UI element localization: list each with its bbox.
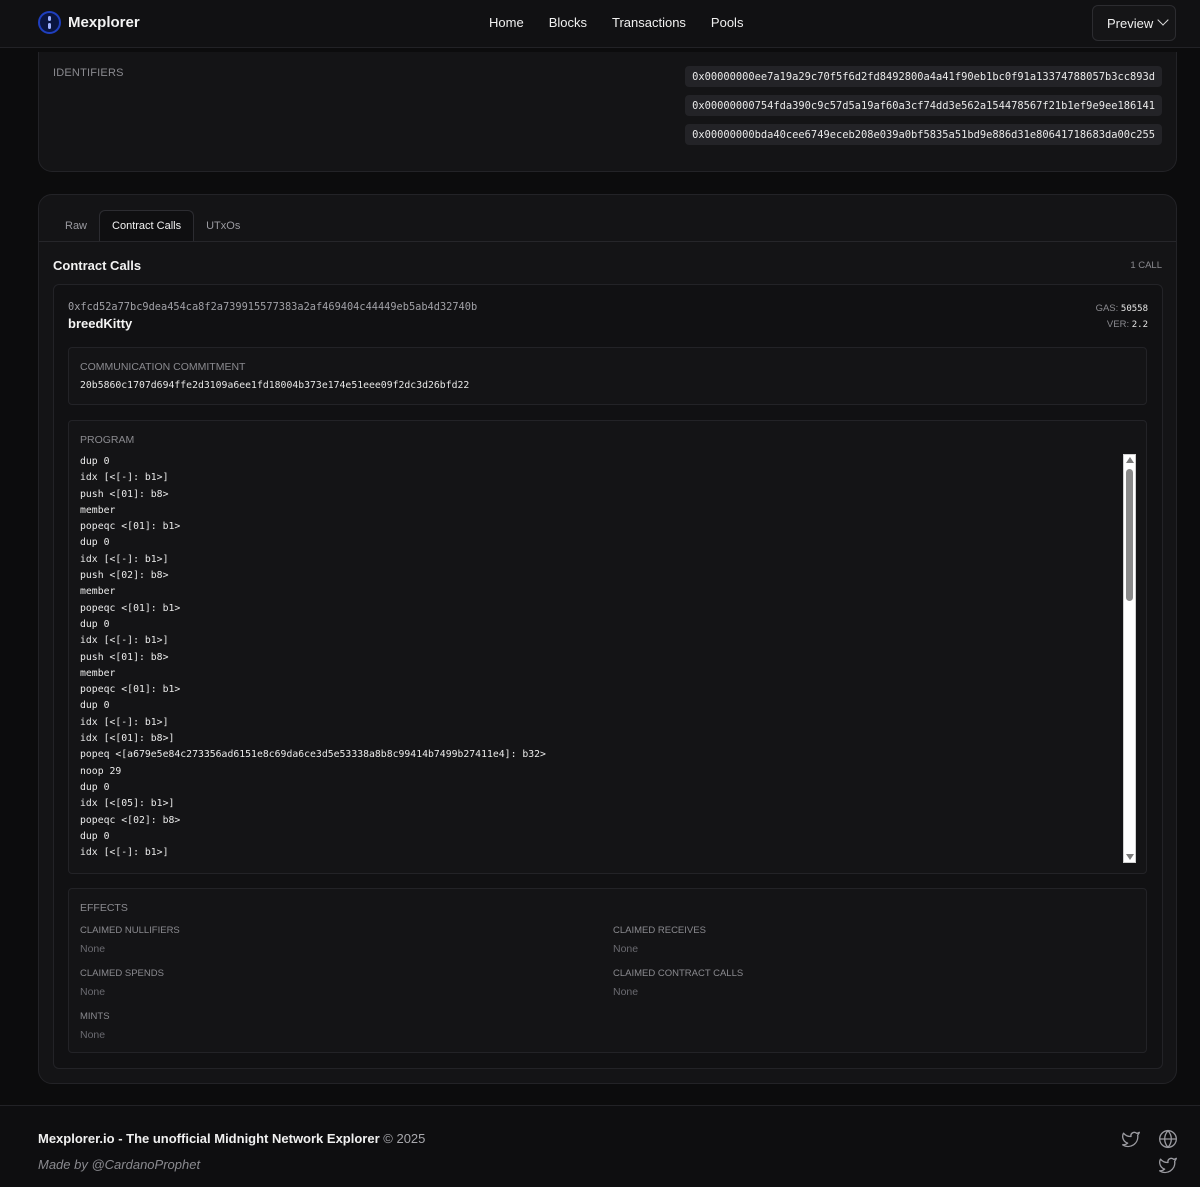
program-line: popeqc <[02]: b8> xyxy=(80,814,181,826)
brand-name: Mexplorer xyxy=(68,14,140,31)
brand-link[interactable]: Mexplorer xyxy=(38,11,140,34)
tab-contract-calls[interactable]: Contract Calls xyxy=(99,210,195,241)
effects-panel: EFFECTS CLAIMED NULLIFIERS None CLAIMED … xyxy=(68,888,1147,1053)
tab-raw[interactable]: Raw xyxy=(53,210,99,241)
program-panel: PROGRAM dup 0 idx [<[-]: b1>] push <[01]: … xyxy=(68,420,1147,874)
network-select[interactable]: Preview xyxy=(1092,5,1176,41)
claimed-receives-value: None xyxy=(613,943,639,955)
commitment-value: 20b5860c1707d694ffe2d3109a6ee1fd18004b37… xyxy=(80,380,470,391)
program-code[interactable]: dup 0 idx [<[-]: b1>] push <[01]: b8> membe… xyxy=(80,454,546,861)
footer-made-by[interactable]: Made by @CardanoProphet xyxy=(38,1157,200,1172)
program-line: idx [<[-]: b1>] xyxy=(80,553,169,565)
program-line: member xyxy=(80,504,116,516)
program-line: member xyxy=(80,586,116,598)
transaction-details-card: Raw Contract Calls UTxOs Contract Calls … xyxy=(38,194,1177,1084)
twitter-icon[interactable] xyxy=(1121,1129,1141,1149)
mints-value: None xyxy=(80,1029,106,1041)
identifiers-card: IDENTIFIERS 0x00000000ee7a19a29c70f5f6d2… xyxy=(38,52,1177,172)
program-line: idx [<[-]: b1>] xyxy=(80,472,169,484)
contract-call-card: 0xfcd52a77bc9dea454ca8f2a739915577383a2a… xyxy=(53,284,1163,1069)
program-line: idx [<[-]: b1>] xyxy=(80,635,169,647)
section-title: Contract Calls xyxy=(53,258,142,273)
ver-value: 2.2 xyxy=(1131,320,1148,330)
logo-icon xyxy=(38,11,61,34)
effects-label: EFFECTS xyxy=(80,902,128,914)
program-label: PROGRAM xyxy=(80,434,135,446)
tab-utxos[interactable]: UTxOs xyxy=(194,210,252,241)
program-line: popeqc <[01]: b1> xyxy=(80,684,181,696)
claimed-receives-label: CLAIMED RECEIVES xyxy=(613,925,706,936)
program-line: popeq <[a679e5e84c273356ad6151e8c69da6ce… xyxy=(80,749,546,761)
program-line: idx [<[-]: b1>] xyxy=(80,847,169,859)
ver-label: VER: xyxy=(1106,319,1130,330)
program-line: dup 0 xyxy=(80,537,110,549)
program-line: push <[01]: b8> xyxy=(80,488,169,500)
claimed-spends-label: CLAIMED SPENDS xyxy=(80,968,164,979)
claimed-contract-calls-value: None xyxy=(613,986,639,998)
twitter-icon[interactable] xyxy=(1158,1155,1178,1175)
contract-address[interactable]: 0xfcd52a77bc9dea454ca8f2a739915577383a2a… xyxy=(68,301,477,313)
footer: Mexplorer.io - The unofficial Midnight N… xyxy=(0,1105,1200,1187)
program-scrollbar[interactable] xyxy=(1123,454,1136,863)
program-line: dup 0 xyxy=(80,700,110,712)
nav-transactions[interactable]: Transactions xyxy=(612,15,686,30)
program-line: noop 29 xyxy=(80,765,122,777)
program-line: dup 0 xyxy=(80,456,110,467)
tab-bar: Raw Contract Calls UTxOs xyxy=(53,210,252,242)
call-meta: GAS: 50558 VER: 2.2 xyxy=(1096,301,1148,333)
scroll-thumb[interactable] xyxy=(1126,469,1133,601)
gas-value: 50558 xyxy=(1120,304,1148,314)
top-navbar: Mexplorer Home Blocks Transactions Pools… xyxy=(0,0,1200,48)
network-select-value: Preview xyxy=(1107,15,1154,31)
program-line: dup 0 xyxy=(80,830,110,842)
commitment-label: COMMUNICATION COMMITMENT xyxy=(80,361,246,373)
nav-blocks[interactable]: Blocks xyxy=(549,15,587,30)
commitment-panel: COMMUNICATION COMMITMENT 20b5860c1707d69… xyxy=(68,347,1147,405)
claimed-nullifiers-value: None xyxy=(80,943,106,955)
footer-copyright: © 2025 xyxy=(383,1131,426,1146)
program-line: dup 0 xyxy=(80,618,110,630)
program-line: popeqc <[01]: b1> xyxy=(80,521,181,533)
main-nav: Home Blocks Transactions Pools xyxy=(489,15,743,30)
claimed-nullifiers-label: CLAIMED NULLIFIERS xyxy=(80,925,180,936)
program-line: popeqc <[01]: b1> xyxy=(80,602,181,614)
nav-pools[interactable]: Pools xyxy=(711,15,744,30)
claimed-spends-value: None xyxy=(80,986,106,998)
scroll-up-icon[interactable] xyxy=(1126,457,1134,463)
mints-label: MINTS xyxy=(80,1011,110,1022)
claimed-contract-calls-label: CLAIMED CONTRACT CALLS xyxy=(613,968,744,979)
tab-divider xyxy=(39,241,1176,242)
program-line: push <[01]: b8> xyxy=(80,651,169,663)
scroll-down-icon[interactable] xyxy=(1126,854,1134,860)
footer-credit: Mexplorer.io - The unofficial Midnight N… xyxy=(38,1131,425,1146)
nav-home[interactable]: Home xyxy=(489,15,524,30)
identifier-chip[interactable]: 0x00000000bda40cee6749eceb208e039a0bf583… xyxy=(685,124,1162,145)
identifiers-label: IDENTIFIERS xyxy=(53,67,124,79)
footer-site[interactable]: Mexplorer.io - The unofficial Midnight N… xyxy=(38,1131,380,1146)
program-line: member xyxy=(80,667,116,679)
program-line: dup 0 xyxy=(80,781,110,793)
globe-icon[interactable] xyxy=(1158,1129,1178,1149)
entry-point-name: breedKitty xyxy=(68,316,133,331)
call-count-badge: 1 CALL xyxy=(1130,260,1162,271)
identifier-chip[interactable]: 0x00000000754fda390c9c57d5a19af60a3cf74d… xyxy=(685,95,1162,116)
program-line: idx [<[01]: b8>] xyxy=(80,733,175,745)
program-line: push <[02]: b8> xyxy=(80,570,169,582)
gas-label: GAS: xyxy=(1095,303,1119,314)
identifier-chip[interactable]: 0x00000000ee7a19a29c70f5f6d2fd8492800a4a… xyxy=(685,66,1162,87)
program-line: idx [<[-]: b1>] xyxy=(80,716,169,728)
chevron-down-icon xyxy=(1157,14,1169,26)
program-line: idx [<[05]: b1>] xyxy=(80,798,175,810)
